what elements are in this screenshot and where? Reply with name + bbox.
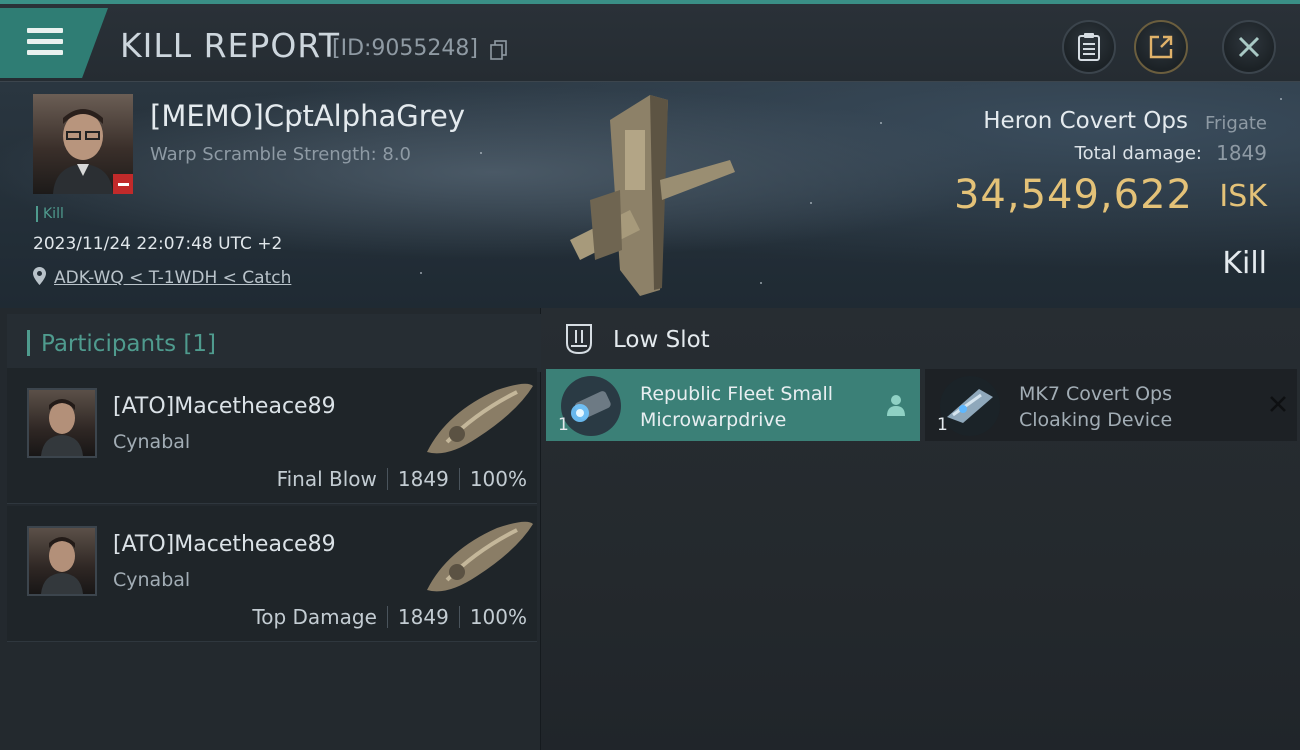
- participant-avatar[interactable]: [27, 526, 97, 596]
- module-name-line1: MK7 Covert Ops: [1019, 383, 1173, 405]
- participant-ship: Cynabal: [113, 431, 191, 453]
- victim-ship-name: Heron Covert Ops: [983, 108, 1188, 134]
- low-slot-title: Low Slot: [613, 327, 710, 353]
- module-name: Republic Fleet Small Microwarpdrive: [640, 381, 833, 433]
- victim-ship-image[interactable]: [550, 90, 750, 302]
- module-item-dropped[interactable]: 1 Republic Fleet Small Microwarpdrive: [546, 369, 920, 441]
- participant-percent: 100%: [469, 605, 527, 629]
- low-slot-panel: Low Slot 1 Republic Fleet Small Microwar…: [541, 308, 1300, 750]
- header-accent-bar: [27, 330, 30, 356]
- divider: [386, 606, 388, 628]
- participants-header: Participants [1]: [7, 314, 541, 372]
- top-bar: KILL REPORT [ID:9055248]: [0, 0, 1300, 82]
- result-label: Kill: [1222, 246, 1267, 281]
- copy-icon[interactable]: [490, 40, 508, 60]
- person-icon: [887, 395, 905, 416]
- divider: [458, 606, 460, 628]
- divider: [458, 468, 460, 490]
- participant-name[interactable]: [ATO]Macetheace89: [113, 394, 336, 419]
- portrait-image: [41, 537, 83, 594]
- victim-avatar[interactable]: [33, 94, 133, 194]
- hamburger-icon[interactable]: [27, 28, 63, 56]
- participant-percent: 100%: [469, 467, 527, 491]
- divider: [386, 468, 388, 490]
- close-button[interactable]: [1222, 20, 1276, 74]
- participant-damage: 1849: [397, 605, 449, 629]
- module-quantity: 1: [937, 415, 948, 435]
- warp-scramble-strength: Warp Scramble Strength: 8.0: [150, 144, 412, 165]
- participant-role: Top Damage: [252, 605, 377, 629]
- portrait-image: [41, 399, 83, 456]
- participant-row[interactable]: [ATO]Macetheace89 Cynabal Final Blow 184…: [7, 368, 537, 504]
- participant-role: Final Blow: [276, 467, 377, 491]
- module-name-line1: Republic Fleet Small: [640, 383, 834, 405]
- page-title: KILL REPORT: [120, 26, 340, 65]
- participant-stats: Final Blow 1849 100%: [277, 467, 527, 491]
- kill-timestamp: 2023/11/24 22:07:48 UTC +2: [33, 234, 283, 254]
- participant-ship-image[interactable]: [417, 510, 537, 602]
- victim-ship-class: Frigate: [1204, 113, 1267, 134]
- module-name-line2: Cloaking Device: [1019, 409, 1173, 431]
- kill-summary-panel: [MEMO]CptAlphaGrey Warp Scramble Strengt…: [0, 82, 1300, 308]
- location-pin-icon: [33, 267, 46, 285]
- clipboard-icon: [1078, 33, 1100, 61]
- participants-title: Participants [1]: [41, 331, 216, 357]
- participant-ship-image[interactable]: [417, 372, 537, 464]
- total-damage-value: 1849: [1216, 141, 1267, 165]
- export-button[interactable]: [1134, 20, 1188, 74]
- total-damage-label: Total damage:: [1074, 143, 1202, 164]
- location-link[interactable]: ADK-WQ < T-1WDH < Catch: [54, 268, 291, 288]
- participant-stats: Top Damage 1849 100%: [252, 605, 527, 629]
- module-name: MK7 Covert Ops Cloaking Device: [1019, 381, 1172, 433]
- clipboard-button[interactable]: [1062, 20, 1116, 74]
- close-icon: [1238, 36, 1260, 58]
- isk-value: 34,549,622: [953, 172, 1193, 218]
- participant-ship: Cynabal: [113, 569, 191, 591]
- microwarpdrive-icon: [561, 376, 621, 436]
- participant-row[interactable]: [ATO]Macetheace89 Cynabal Top Damage 184…: [7, 506, 537, 642]
- module-item-destroyed[interactable]: 1 MK7 Covert Ops Cloaking Device: [925, 369, 1297, 441]
- export-icon: [1149, 35, 1173, 59]
- participant-damage: 1849: [397, 467, 449, 491]
- report-id: [ID:9055248]: [332, 36, 478, 61]
- low-slot-icon: [566, 324, 592, 355]
- cloaking-device-icon: [940, 376, 1000, 436]
- participants-panel: Participants [1] [ATO]Macetheace89 Cynab…: [0, 308, 541, 750]
- destroyed-x-icon: [1270, 396, 1286, 412]
- victim-name[interactable]: [MEMO]CptAlphaGrey: [150, 99, 465, 133]
- kill-tag: Kill: [36, 206, 64, 222]
- participant-avatar[interactable]: [27, 388, 97, 458]
- participant-name[interactable]: [ATO]Macetheace89: [113, 532, 336, 557]
- module-quantity: 1: [558, 415, 569, 435]
- module-name-line2: Microwarpdrive: [640, 409, 787, 431]
- isk-unit: ISK: [1219, 179, 1267, 214]
- hostile-badge: [113, 174, 133, 194]
